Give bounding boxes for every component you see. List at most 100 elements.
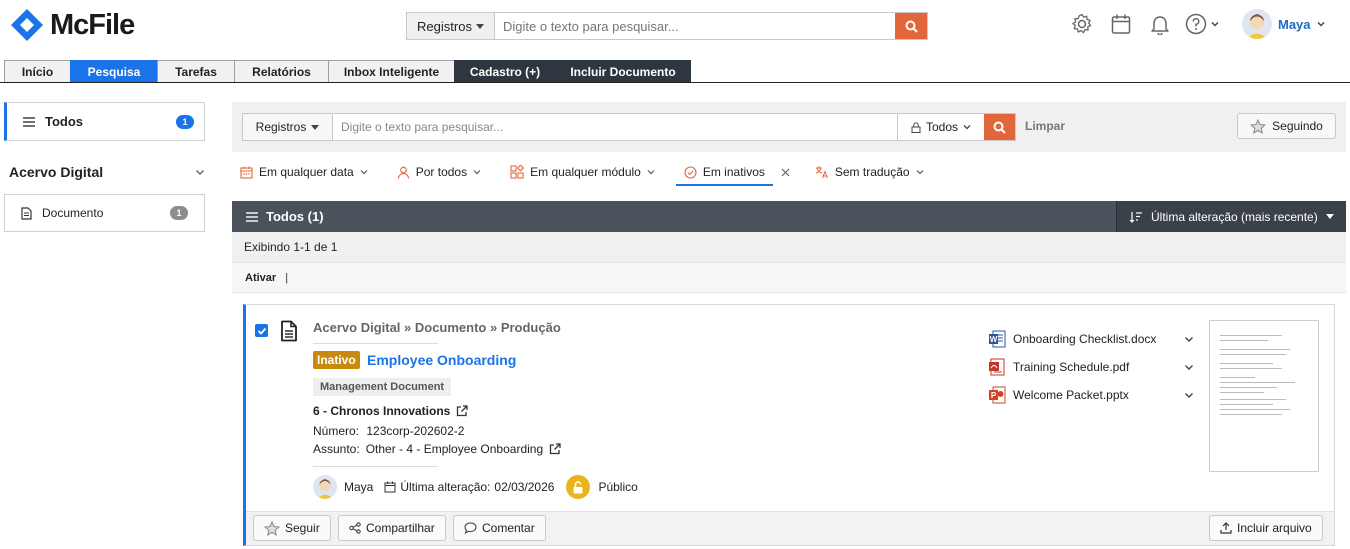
divider [313, 466, 438, 467]
chevron-down-icon [360, 170, 368, 175]
filter-label: Sem tradução [834, 165, 910, 179]
tabs-divider [0, 82, 1350, 83]
avatar-illustration [317, 479, 333, 499]
attachment-name: Training Schedule.pdf [1013, 360, 1130, 374]
avatar [1242, 9, 1272, 39]
filter-bar: Em qualquer data Por todos Em qualquer m… [240, 160, 953, 186]
share-button[interactable]: Compartilhar [338, 515, 446, 541]
filter-person[interactable]: Por todos [397, 160, 481, 184]
tab-pesquisa[interactable]: Pesquisa [70, 60, 158, 82]
search-button[interactable] [984, 114, 1015, 140]
caret-down-icon [311, 124, 320, 130]
share-label: Compartilhar [366, 521, 435, 535]
document-type-tag: Management Document [313, 378, 452, 396]
star-icon [264, 520, 280, 536]
filter-inactive[interactable]: Em inativos [675, 160, 773, 186]
tab-inbox-inteligente[interactable]: Inbox Inteligente [328, 60, 455, 82]
filter-date[interactable]: Em qualquer data [240, 160, 368, 184]
filter-label: Por todos [415, 165, 468, 179]
sidebar-item-todos[interactable]: Todos 1 [4, 102, 205, 141]
search-filter-label: Todos [925, 120, 959, 134]
comment-button[interactable]: Comentar [453, 515, 546, 541]
settings-button[interactable] [1068, 10, 1096, 38]
external-link-icon [457, 405, 468, 417]
chevron-down-icon[interactable] [1184, 334, 1194, 344]
global-search-input[interactable] [495, 13, 895, 39]
translate-icon [815, 166, 828, 179]
bell-icon [1151, 16, 1169, 35]
tab-relatorios[interactable]: Relatórios [234, 60, 329, 82]
person-icon [397, 166, 409, 179]
lock-icon [911, 121, 921, 133]
word-icon: W [989, 330, 1006, 348]
tab-inicio[interactable]: Início [4, 60, 71, 82]
subject-value[interactable]: Other - 4 - Employee Onboarding [366, 442, 543, 456]
count-badge: 1 [170, 206, 188, 220]
company-link[interactable]: 6 - Chronos Innovations [313, 404, 468, 418]
global-search-scope[interactable]: Registros [407, 13, 495, 39]
add-file-button[interactable]: Incluir arquivo [1209, 515, 1323, 541]
close-icon [781, 168, 790, 176]
caret-down-icon [475, 23, 484, 29]
results-title: Todos (1) [266, 209, 324, 224]
help-button[interactable] [1185, 10, 1225, 38]
search-input[interactable]: Digite o texto para pesquisar... [333, 114, 897, 140]
external-link-icon[interactable] [549, 443, 561, 455]
sidebar-item-label: Documento [42, 206, 104, 220]
add-file-label: Incluir arquivo [1237, 521, 1312, 535]
tab-incluir-documento[interactable]: Incluir Documento [555, 60, 691, 82]
filter-module[interactable]: Em qualquer módulo [510, 160, 655, 184]
tab-tarefas[interactable]: Tarefas [157, 60, 235, 82]
subject-label: Assunto: [313, 442, 360, 456]
results-count: Exibindo 1-1 de 1 [232, 232, 1346, 262]
filter-translation[interactable]: Sem tradução [815, 160, 924, 184]
check-circle-icon [684, 165, 697, 179]
visibility-label: Público [598, 480, 638, 494]
sort-label: Última alteração (mais recente) [1151, 209, 1318, 224]
unlock-icon [573, 480, 583, 493]
chevron-down-icon [963, 125, 971, 130]
chevron-down-icon [1317, 21, 1325, 27]
search-scope-select[interactable]: Registros [243, 114, 333, 140]
chevron-down-icon[interactable] [1184, 362, 1194, 372]
search-filter-select[interactable]: Todos [897, 114, 984, 140]
following-button[interactable]: Seguindo [1237, 113, 1336, 139]
user-menu[interactable]: Maya [1242, 9, 1325, 39]
remove-filter-button[interactable] [781, 168, 790, 177]
record-checkbox[interactable] [255, 324, 268, 337]
calendar-icon [384, 481, 396, 493]
record-title-link[interactable]: Employee Onboarding [367, 352, 516, 368]
sidebar-item-documento[interactable]: Documento 1 [4, 194, 205, 232]
tab-cadastro[interactable]: Cadastro (+) [454, 60, 556, 82]
chevron-down-icon[interactable] [1184, 390, 1194, 400]
filter-label: Em qualquer data [259, 165, 354, 179]
chevron-down-icon [473, 170, 481, 175]
app-logo[interactable]: McFile [10, 8, 135, 42]
comment-icon [464, 522, 477, 534]
sidebar-section-acervo[interactable]: Acervo Digital [9, 164, 205, 180]
notifications-button[interactable] [1146, 10, 1174, 38]
count-badge: 1 [176, 114, 194, 129]
clear-search-link[interactable]: Limpar [1025, 119, 1065, 133]
svg-text:W: W [990, 335, 998, 344]
attachment-item[interactable]: W Onboarding Checklist.docx [988, 325, 1194, 353]
document-icon [21, 206, 32, 220]
document-thumbnail[interactable] [1209, 320, 1319, 472]
upload-icon [1220, 522, 1232, 534]
calendar-button[interactable] [1107, 10, 1135, 38]
attachment-name: Onboarding Checklist.docx [1013, 332, 1157, 346]
attachment-item[interactable]: Training Schedule.pdf [988, 353, 1194, 381]
record-type-icon [280, 320, 298, 342]
attachment-item[interactable]: P Welcome Packet.pptx [988, 381, 1194, 409]
record-breadcrumb[interactable]: Acervo Digital » Documento » Produção [313, 320, 561, 335]
sort-select[interactable]: Última alteração (mais recente) [1116, 201, 1346, 232]
global-search-button[interactable] [895, 13, 927, 39]
logo-icon [11, 9, 43, 41]
modified-label: Última alteração: [400, 480, 491, 494]
sidebar-item-label: Todos [45, 114, 84, 129]
main-tabs: Início Pesquisa Tarefas Relatórios Inbox… [4, 60, 691, 82]
search-icon [905, 20, 918, 33]
follow-button[interactable]: Seguir [253, 515, 331, 541]
modified-date: 02/03/2026 [494, 480, 555, 494]
activate-button[interactable]: Ativar [245, 272, 276, 284]
